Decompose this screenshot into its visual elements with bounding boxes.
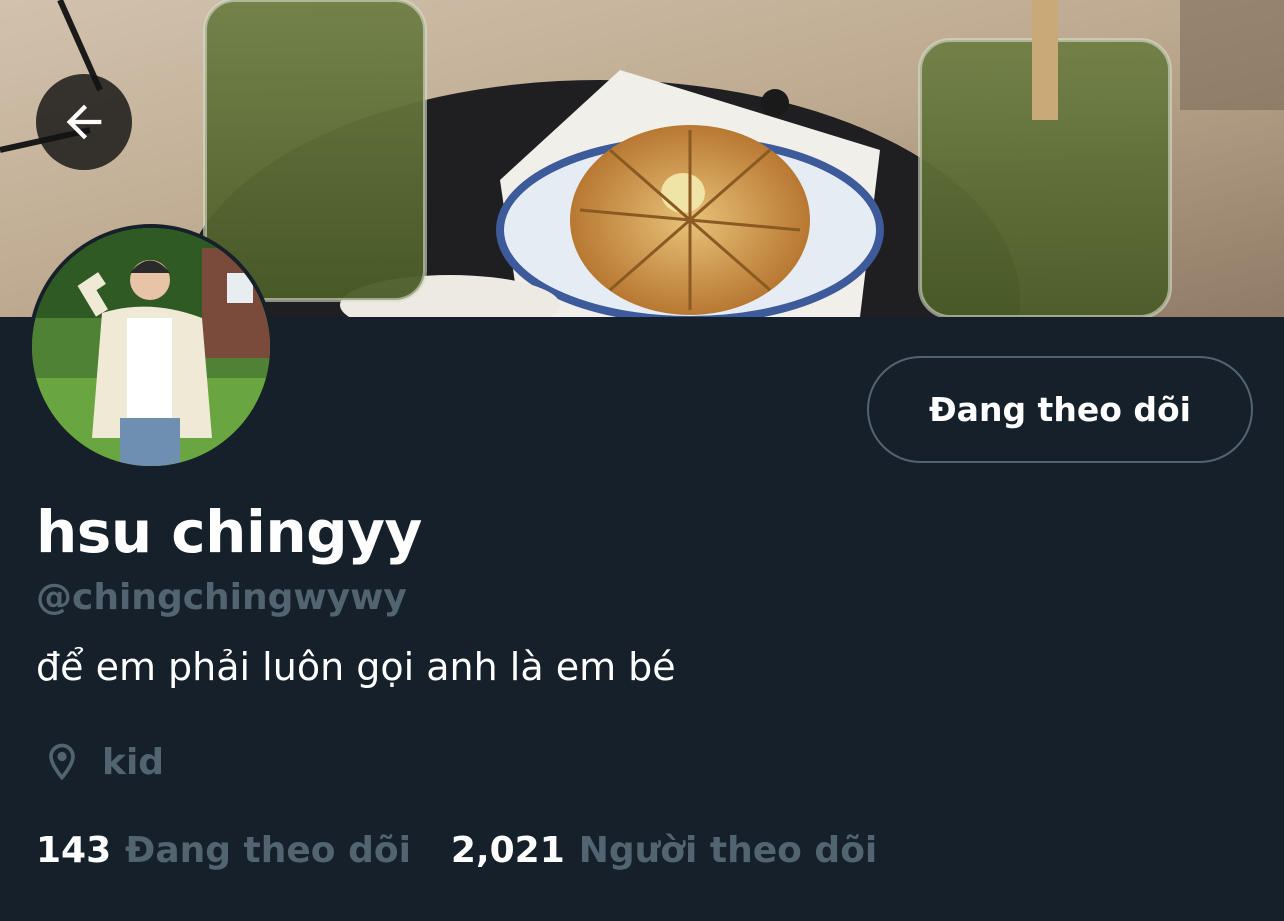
user-handle: @chingchingwywy [36, 577, 407, 618]
profile-location: kid [36, 734, 164, 790]
followers-stat-link[interactable]: 2,021 Người theo dõi [451, 830, 877, 871]
following-count: 143 [36, 829, 112, 871]
display-name: hsu chingyy [36, 498, 422, 566]
following-stat-link[interactable]: 143 Đang theo dõi [36, 830, 411, 871]
followers-count: 2,021 [450, 829, 565, 871]
arrow-left-icon [66, 104, 102, 140]
followers-label: Người theo dõi [578, 829, 878, 871]
profile-bio: để em phải luôn gọi anh là em bé [36, 645, 676, 689]
location-pin-icon [36, 736, 88, 788]
following-label: Đang theo dõi [125, 829, 411, 871]
profile-stats: 143 Đang theo dõi 2,021 Người theo dõi [36, 822, 877, 878]
location-text: kid [102, 741, 165, 783]
avatar-photo [32, 228, 270, 466]
back-button[interactable] [36, 74, 132, 170]
avatar[interactable] [28, 224, 274, 470]
following-button[interactable]: Đang theo dõi [867, 356, 1253, 463]
